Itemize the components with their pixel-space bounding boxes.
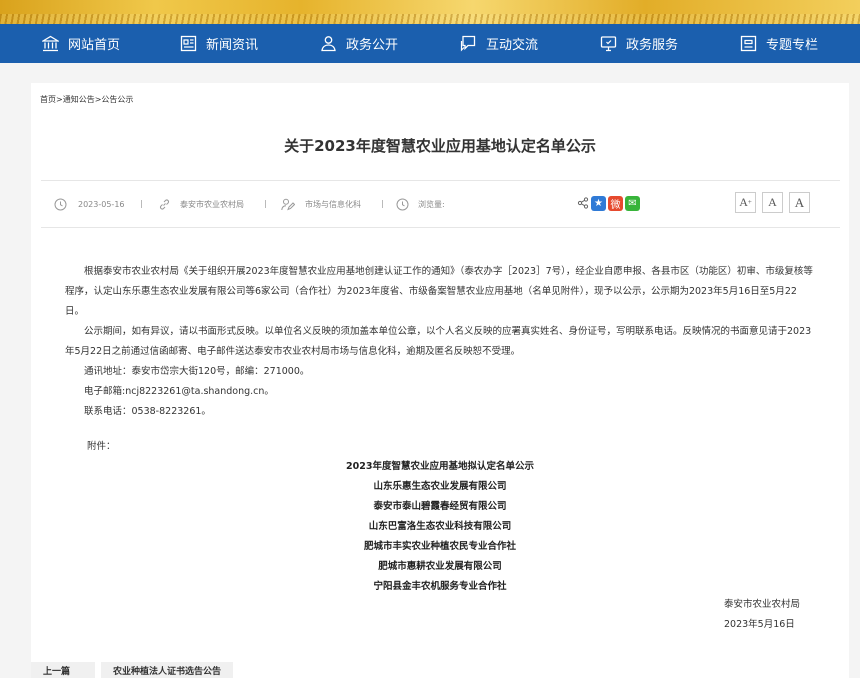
meta-publisher-text: 泰安市农业农村局 <box>180 199 244 209</box>
monitor-icon <box>600 35 617 52</box>
contact-phone: 联系电话：0538-8223261。 <box>84 406 211 417</box>
clock-icon <box>396 198 409 211</box>
nav-item-topics[interactable]: 专题专栏 <box>740 24 818 63</box>
link-icon <box>158 198 171 211</box>
nav-item-label: 政务公开 <box>346 38 399 53</box>
font-size-medium-button[interactable]: A <box>762 192 783 213</box>
meta-separator: | <box>381 199 384 208</box>
nav-item-interaction[interactable]: 互动交流 <box>460 24 538 63</box>
signature-org: 泰安市农业农村局 <box>724 599 801 610</box>
main-nav: 网站首页 新闻资讯 政务公开 互动交流 政务服务 专题专栏 <box>0 24 860 63</box>
article-paragraph: 公示期间，如有异议，请以书面形式反映。以单位名义反映的须加盖本单位公章，以个人名… <box>65 326 812 357</box>
nav-item-gov-open[interactable]: 政务公开 <box>320 24 398 63</box>
font-size-label: A <box>768 195 777 209</box>
meta-department-text: 市场与信息化科 <box>305 199 361 209</box>
person-icon <box>320 35 337 52</box>
article-paragraph: 根据泰安市农业农村局《关于组织开展2023年度智慧农业应用基地创建认证工作的通知… <box>65 266 813 317</box>
nav-item-home[interactable]: 网站首页 <box>42 24 120 63</box>
board-icon <box>740 35 757 52</box>
bank-icon <box>42 35 59 52</box>
meta-date-text: 2023-05-16 <box>78 199 125 209</box>
weibo-icon[interactable]: 微 <box>608 195 623 211</box>
share-icon[interactable] <box>577 194 589 213</box>
list-item: 肥城市丰实农业种植农民专业合作社 <box>363 541 516 552</box>
meta-publisher: 泰安市农业农村局 <box>158 180 244 228</box>
nav-item-news[interactable]: 新闻资讯 <box>180 24 258 63</box>
breadcrumb-separator: > <box>56 95 63 104</box>
prev-article-link[interactable]: 农业种植法人证书选告公告 <box>101 662 234 678</box>
list-item: 山东巴富洛生态农业科技有限公司 <box>368 521 512 532</box>
contact-email: 电子邮箱:ncj8223261@ta.shandong.cn。 <box>84 386 274 397</box>
breadcrumb-home[interactable]: 首页 <box>40 95 56 104</box>
meta-separator: | <box>140 199 143 208</box>
news-icon <box>180 35 197 52</box>
list-item: 山东乐惠生态农业发展有限公司 <box>373 481 507 492</box>
list-item: 宁阳县金丰农机服务专业合作社 <box>373 581 507 592</box>
nav-item-label: 网站首页 <box>68 38 121 53</box>
nav-item-label: 专题专栏 <box>766 38 819 53</box>
clock-icon <box>54 198 67 211</box>
breadcrumb-announcements[interactable]: 公告公示 <box>101 95 133 104</box>
meta-date: 2023-05-16 <box>54 180 125 228</box>
signature-date: 2023年5月16日 <box>724 619 795 630</box>
top-banner <box>0 0 860 24</box>
list-item: 肥城市惠耕农业发展有限公司 <box>378 561 502 572</box>
prev-article-tab[interactable]: 上一篇 <box>31 662 95 678</box>
share-bar: ★ 微 ✉ <box>577 194 640 212</box>
nav-item-label: 互动交流 <box>486 38 539 53</box>
breadcrumb-notices[interactable]: 通知公告 <box>63 95 95 104</box>
qzone-star-icon[interactable]: ★ <box>591 195 606 211</box>
page-title: 关于2023年度智慧农业应用基地认定名单公示 <box>284 137 596 155</box>
meta-views-label: 浏览量: <box>418 199 445 209</box>
list-title: 2023年度智慧农业应用基地拟认定名单公示 <box>346 461 534 472</box>
nav-item-services[interactable]: 政务服务 <box>600 24 678 63</box>
signature-block: 泰安市农业农村局 2023年5月16日 <box>724 595 800 635</box>
list-item: 泰安市泰山碧霞春经贸有限公司 <box>373 501 507 512</box>
nav-item-label: 政务服务 <box>626 38 679 53</box>
meta-views: 浏览量: <box>396 180 445 228</box>
meta-separator: | <box>264 199 267 208</box>
contact-address: 通讯地址：泰安市岱宗大街120号，邮编：271000。 <box>84 366 310 377</box>
attachment-list: 2023年度智慧农业应用基地拟认定名单公示 山东乐惠生态农业发展有限公司 泰安市… <box>31 457 849 597</box>
attachment-label: 附件： <box>87 441 116 452</box>
breadcrumb: 首页>通知公告>公告公示 <box>40 94 133 105</box>
chat-icon <box>460 35 477 52</box>
font-size-large-button[interactable]: A + <box>735 192 756 213</box>
user-edit-icon <box>281 198 295 211</box>
font-size-label: A <box>794 194 805 210</box>
wechat-icon[interactable]: ✉ <box>625 195 640 211</box>
article-body: 根据泰安市农业农村局《关于组织开展2023年度智慧农业应用基地创建认证工作的通知… <box>65 262 815 422</box>
font-size-default-button[interactable]: A <box>789 192 810 213</box>
meta-department: 市场与信息化科 <box>281 180 361 228</box>
nav-item-label: 新闻资讯 <box>206 38 259 53</box>
